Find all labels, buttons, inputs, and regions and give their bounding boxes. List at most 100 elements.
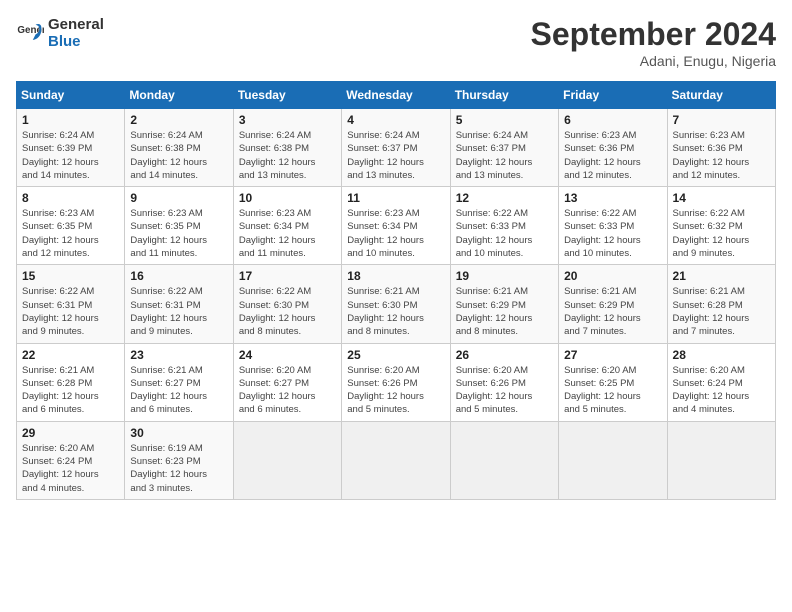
day-info: Sunrise: 6:24 AMSunset: 6:38 PMDaylight:… xyxy=(130,129,227,182)
calendar-cell: 15 Sunrise: 6:22 AMSunset: 6:31 PMDayligh… xyxy=(17,265,125,343)
calendar-cell: 28 Sunrise: 6:20 AMSunset: 6:24 PMDayligh… xyxy=(667,343,775,421)
day-info: Sunrise: 6:20 AMSunset: 6:27 PMDaylight:… xyxy=(239,364,336,417)
day-info: Sunrise: 6:21 AMSunset: 6:30 PMDaylight:… xyxy=(347,285,444,338)
calendar-cell: 2 Sunrise: 6:24 AMSunset: 6:38 PMDaylight… xyxy=(125,109,233,187)
calendar-cell: 16Sunrise: 6:22 AMSunset: 6:31 PMDayligh… xyxy=(125,265,233,343)
calendar-week-row: 1 Sunrise: 6:24 AMSunset: 6:39 PMDaylight… xyxy=(17,109,776,187)
day-info: Sunrise: 6:22 AMSunset: 6:32 PMDaylight:… xyxy=(673,207,770,260)
page-header: General General Blue September 2024 Adan… xyxy=(16,16,776,69)
calendar-cell: 19Sunrise: 6:21 AMSunset: 6:29 PMDayligh… xyxy=(450,265,558,343)
day-number: 10 xyxy=(239,191,336,205)
logo: General General Blue xyxy=(16,16,104,50)
day-number: 7 xyxy=(673,113,770,127)
calendar-cell: 4Sunrise: 6:24 AMSunset: 6:37 PMDaylight… xyxy=(342,109,450,187)
calendar-cell: 22Sunrise: 6:21 AMSunset: 6:28 PMDayligh… xyxy=(17,343,125,421)
calendar-cell xyxy=(233,421,341,499)
day-number: 12 xyxy=(456,191,553,205)
calendar-week-row: 15 Sunrise: 6:22 AMSunset: 6:31 PMDayligh… xyxy=(17,265,776,343)
calendar-cell: 25 Sunrise: 6:20 AMSunset: 6:26 PMDayligh… xyxy=(342,343,450,421)
day-info: Sunrise: 6:22 AMSunset: 6:33 PMDaylight:… xyxy=(456,207,553,260)
day-number: 24 xyxy=(239,348,336,362)
calendar-cell: 20 Sunrise: 6:21 AMSunset: 6:29 PMDayligh… xyxy=(559,265,667,343)
calendar-cell: 29Sunrise: 6:20 AMSunset: 6:24 PMDayligh… xyxy=(17,421,125,499)
calendar-cell: 7 Sunrise: 6:23 AMSunset: 6:36 PMDaylight… xyxy=(667,109,775,187)
calendar-cell: 18 Sunrise: 6:21 AMSunset: 6:30 PMDayligh… xyxy=(342,265,450,343)
day-number: 15 xyxy=(22,269,119,283)
day-info: Sunrise: 6:20 AMSunset: 6:24 PMDaylight:… xyxy=(673,364,770,417)
day-number: 25 xyxy=(347,348,444,362)
logo-general: General xyxy=(48,16,104,33)
day-number: 21 xyxy=(673,269,770,283)
col-header-friday: Friday xyxy=(559,82,667,109)
day-info: Sunrise: 6:19 AMSunset: 6:23 PMDaylight:… xyxy=(130,442,227,495)
day-info: Sunrise: 6:22 AMSunset: 6:33 PMDaylight:… xyxy=(564,207,661,260)
day-number: 2 xyxy=(130,113,227,127)
day-info: Sunrise: 6:22 AMSunset: 6:30 PMDaylight:… xyxy=(239,285,336,338)
calendar-cell: 8 Sunrise: 6:23 AMSunset: 6:35 PMDaylight… xyxy=(17,187,125,265)
calendar-cell: 9 Sunrise: 6:23 AMSunset: 6:35 PMDaylight… xyxy=(125,187,233,265)
day-info: Sunrise: 6:24 AMSunset: 6:39 PMDaylight:… xyxy=(22,129,119,182)
calendar-table: SundayMondayTuesdayWednesdayThursdayFrid… xyxy=(16,81,776,500)
logo-blue: Blue xyxy=(48,33,104,50)
day-info: Sunrise: 6:21 AMSunset: 6:27 PMDaylight:… xyxy=(130,364,227,417)
day-number: 11 xyxy=(347,191,444,205)
day-number: 13 xyxy=(564,191,661,205)
calendar-cell: 26 Sunrise: 6:20 AMSunset: 6:26 PMDayligh… xyxy=(450,343,558,421)
month-title: September 2024 xyxy=(531,16,776,53)
calendar-cell: 10 Sunrise: 6:23 AMSunset: 6:34 PMDayligh… xyxy=(233,187,341,265)
day-info: Sunrise: 6:23 AMSunset: 6:36 PMDaylight:… xyxy=(673,129,770,182)
day-info: Sunrise: 6:20 AMSunset: 6:25 PMDaylight:… xyxy=(564,364,661,417)
day-info: Sunrise: 6:22 AMSunset: 6:31 PMDaylight:… xyxy=(130,285,227,338)
day-number: 26 xyxy=(456,348,553,362)
calendar-cell xyxy=(450,421,558,499)
calendar-cell: 30 Sunrise: 6:19 AMSunset: 6:23 PMDayligh… xyxy=(125,421,233,499)
day-info: Sunrise: 6:22 AMSunset: 6:31 PMDaylight:… xyxy=(22,285,119,338)
day-info: Sunrise: 6:23 AMSunset: 6:36 PMDaylight:… xyxy=(564,129,661,182)
location: Adani, Enugu, Nigeria xyxy=(531,53,776,69)
col-header-tuesday: Tuesday xyxy=(233,82,341,109)
calendar-cell: 11 Sunrise: 6:23 AMSunset: 6:34 PMDayligh… xyxy=(342,187,450,265)
calendar-cell: 5Sunrise: 6:24 AMSunset: 6:37 PMDaylight… xyxy=(450,109,558,187)
title-block: September 2024 Adani, Enugu, Nigeria xyxy=(531,16,776,69)
day-info: Sunrise: 6:23 AMSunset: 6:35 PMDaylight:… xyxy=(22,207,119,260)
calendar-week-row: 29Sunrise: 6:20 AMSunset: 6:24 PMDayligh… xyxy=(17,421,776,499)
calendar-cell: 6Sunrise: 6:23 AMSunset: 6:36 PMDaylight… xyxy=(559,109,667,187)
calendar-cell: 24 Sunrise: 6:20 AMSunset: 6:27 PMDayligh… xyxy=(233,343,341,421)
day-info: Sunrise: 6:23 AMSunset: 6:34 PMDaylight:… xyxy=(347,207,444,260)
col-header-thursday: Thursday xyxy=(450,82,558,109)
day-info: Sunrise: 6:24 AMSunset: 6:38 PMDaylight:… xyxy=(239,129,336,182)
calendar-cell: 21Sunrise: 6:21 AMSunset: 6:28 PMDayligh… xyxy=(667,265,775,343)
calendar-cell: 14Sunrise: 6:22 AMSunset: 6:32 PMDayligh… xyxy=(667,187,775,265)
day-number: 23 xyxy=(130,348,227,362)
calendar-cell xyxy=(559,421,667,499)
calendar-cell: 23 Sunrise: 6:21 AMSunset: 6:27 PMDayligh… xyxy=(125,343,233,421)
day-info: Sunrise: 6:21 AMSunset: 6:29 PMDaylight:… xyxy=(564,285,661,338)
day-number: 27 xyxy=(564,348,661,362)
calendar-cell: 27 Sunrise: 6:20 AMSunset: 6:25 PMDayligh… xyxy=(559,343,667,421)
calendar-cell: 3Sunrise: 6:24 AMSunset: 6:38 PMDaylight… xyxy=(233,109,341,187)
calendar-header-row: SundayMondayTuesdayWednesdayThursdayFrid… xyxy=(17,82,776,109)
col-header-wednesday: Wednesday xyxy=(342,82,450,109)
calendar-cell: 17 Sunrise: 6:22 AMSunset: 6:30 PMDayligh… xyxy=(233,265,341,343)
day-number: 28 xyxy=(673,348,770,362)
day-number: 20 xyxy=(564,269,661,283)
day-number: 17 xyxy=(239,269,336,283)
day-number: 8 xyxy=(22,191,119,205)
day-info: Sunrise: 6:20 AMSunset: 6:26 PMDaylight:… xyxy=(456,364,553,417)
day-info: Sunrise: 6:23 AMSunset: 6:34 PMDaylight:… xyxy=(239,207,336,260)
day-number: 9 xyxy=(130,191,227,205)
day-number: 4 xyxy=(347,113,444,127)
day-info: Sunrise: 6:21 AMSunset: 6:28 PMDaylight:… xyxy=(22,364,119,417)
day-info: Sunrise: 6:20 AMSunset: 6:24 PMDaylight:… xyxy=(22,442,119,495)
day-number: 18 xyxy=(347,269,444,283)
logo-icon: General xyxy=(16,19,44,47)
calendar-cell xyxy=(342,421,450,499)
day-info: Sunrise: 6:23 AMSunset: 6:35 PMDaylight:… xyxy=(130,207,227,260)
day-number: 5 xyxy=(456,113,553,127)
day-number: 30 xyxy=(130,426,227,440)
day-info: Sunrise: 6:20 AMSunset: 6:26 PMDaylight:… xyxy=(347,364,444,417)
calendar-cell: 13 Sunrise: 6:22 AMSunset: 6:33 PMDayligh… xyxy=(559,187,667,265)
calendar-cell xyxy=(667,421,775,499)
day-number: 19 xyxy=(456,269,553,283)
day-number: 1 xyxy=(22,113,119,127)
